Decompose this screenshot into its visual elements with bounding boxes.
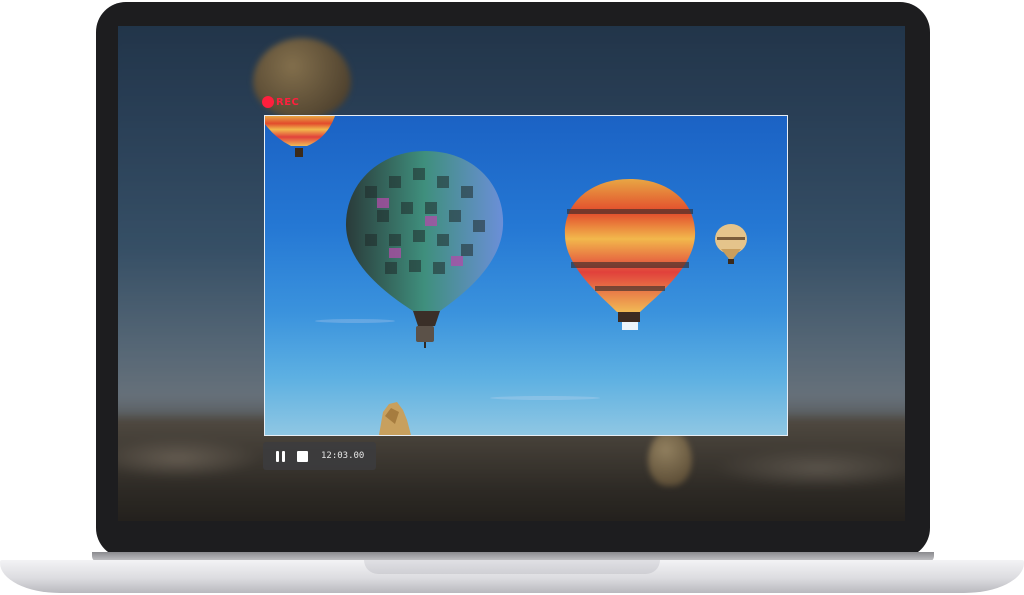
balloon-checkered (345, 151, 504, 348)
cloud (490, 396, 600, 400)
laptop-notch (364, 560, 660, 574)
recording-timer: 12:03.00 (321, 451, 365, 461)
recorder-control-bar: 12:03.00 (263, 442, 376, 470)
balloon-top-left (265, 116, 335, 157)
capture-region[interactable] (264, 115, 788, 436)
stop-icon (296, 450, 308, 462)
rec-label: REC (276, 96, 300, 108)
capture-photo (265, 116, 747, 435)
rock-formation (379, 402, 411, 435)
balloon-small (715, 224, 747, 264)
stop-button[interactable] (291, 442, 313, 470)
cloud (315, 319, 395, 323)
pause-button[interactable] (269, 442, 291, 470)
pause-icon (275, 450, 285, 462)
record-dot-icon (262, 96, 274, 108)
balloon-striped (564, 179, 696, 330)
rec-indicator: REC (262, 95, 299, 109)
laptop-screen (118, 26, 905, 521)
